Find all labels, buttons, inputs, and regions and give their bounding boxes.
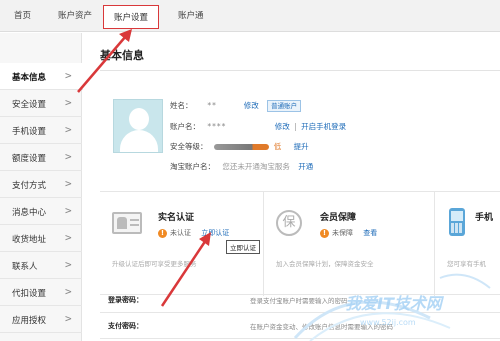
card-desc: 加入会员保障计划，保障资金安全 bbox=[276, 260, 374, 268]
payment-password-row: 支付密码： 在账户资金变动、修改账户信息时需要输入的密码 bbox=[100, 313, 500, 339]
tab-account-link[interactable]: 账户通 bbox=[178, 9, 204, 21]
card-member-protection: 保 会员保障 ! 未保障 查看 加入会员保障计划，保障资金安全 bbox=[264, 192, 434, 296]
warning-icon: ! bbox=[320, 229, 329, 238]
sidebar-item-mobile[interactable]: 手机设置 > bbox=[0, 117, 82, 144]
phone-icon bbox=[449, 208, 465, 236]
setting-desc: 登录支付宝账户时需要输入的密码 bbox=[250, 297, 348, 305]
account-type-badge: 普通账户 bbox=[267, 100, 302, 112]
chevron-right-icon: > bbox=[65, 204, 72, 217]
sidebar-item-label: 安全设置 bbox=[12, 100, 47, 110]
verify-now-link[interactable]: 立即认证 bbox=[201, 229, 229, 237]
security-level-value: 低 bbox=[273, 142, 282, 151]
status-text: 未认证 bbox=[170, 229, 191, 237]
card-title: 手机 bbox=[475, 213, 494, 223]
watermark-text: 我爱IT技术网 bbox=[345, 294, 442, 313]
name-label: 姓名： bbox=[170, 101, 193, 110]
security-level-bar bbox=[214, 144, 270, 150]
sidebar-item-label: 联系人 bbox=[12, 262, 38, 272]
enable-mobile-login-link[interactable]: 开启手机登录 bbox=[301, 122, 346, 131]
sidebar-item-label: 手机设置 bbox=[12, 127, 47, 137]
id-card-icon bbox=[112, 212, 142, 234]
card-real-name: 实名认证 ! 未认证 立即认证 升级认证后即可享受更多服务 立即认证 bbox=[100, 192, 263, 296]
sidebar-item-addresses[interactable]: 收货地址 > bbox=[0, 225, 82, 252]
tooltip: 立即认证 bbox=[226, 240, 260, 254]
chevron-right-icon: > bbox=[65, 285, 72, 298]
name-value: ** bbox=[207, 101, 217, 110]
sidebar-item-auto-deduct[interactable]: 代扣设置 > bbox=[0, 279, 82, 306]
sidebar-item-security[interactable]: 安全设置 > bbox=[0, 90, 82, 117]
chevron-right-icon: > bbox=[65, 231, 72, 244]
tab-account-assets[interactable]: 账户资产 bbox=[58, 9, 92, 21]
sidebar: 基本信息 > 安全设置 > 手机设置 > 额度设置 > 支付方式 > 消息中心 > 收货地址… bbox=[0, 33, 83, 341]
warning-icon: ! bbox=[158, 229, 167, 238]
taobao-label: 淘宝账户名： bbox=[170, 162, 215, 171]
card-title: 会员保障 bbox=[320, 213, 357, 223]
watermark-url: www.52ij.com bbox=[360, 318, 416, 327]
sidebar-item-limits[interactable]: 额度设置 > bbox=[0, 144, 82, 171]
avatar-body bbox=[120, 130, 158, 152]
setting-label: 登录密码： bbox=[108, 296, 143, 304]
chevron-right-icon: > bbox=[65, 258, 72, 271]
status-text: 未保障 bbox=[332, 229, 353, 237]
card-mobile: 手机 您可享有手机 bbox=[435, 192, 500, 296]
divider bbox=[100, 70, 500, 71]
chevron-right-icon: > bbox=[65, 150, 72, 163]
setting-label: 支付密码： bbox=[108, 322, 143, 330]
page-title: 基本信息 bbox=[100, 49, 144, 62]
card-desc: 您可享有手机 bbox=[447, 260, 486, 268]
account-label: 账户名： bbox=[170, 122, 200, 131]
card-desc: 升级认证后即可享受更多服务 bbox=[112, 260, 197, 268]
top-navigation: 首页 账户资产 账户设置 账户通 bbox=[0, 0, 500, 32]
feature-cards: 实名认证 ! 未认证 立即认证 升级认证后即可享受更多服务 立即认证 保 会员保障… bbox=[100, 191, 500, 296]
edit-name-link[interactable]: 修改 bbox=[244, 101, 259, 110]
sidebar-item-basic-info[interactable]: 基本信息 > bbox=[0, 63, 83, 90]
sidebar-item-label: 代扣设置 bbox=[12, 289, 47, 299]
separator: | bbox=[294, 122, 297, 131]
avatar[interactable] bbox=[113, 99, 163, 153]
chevron-right-icon: > bbox=[65, 312, 72, 325]
sidebar-item-label: 消息中心 bbox=[12, 208, 47, 218]
card-status: ! 未认证 立即认证 bbox=[158, 228, 229, 238]
chevron-right-icon: > bbox=[65, 96, 72, 109]
sidebar-item-app-auth[interactable]: 应用授权 > bbox=[0, 306, 82, 333]
tab-account-settings[interactable]: 账户设置 bbox=[103, 5, 160, 29]
security-label: 安全等级： bbox=[170, 142, 208, 151]
avatar-head bbox=[129, 108, 149, 130]
chevron-right-icon: > bbox=[65, 123, 72, 136]
upgrade-security-link[interactable]: 提升 bbox=[294, 142, 309, 151]
sidebar-item-label: 基本信息 bbox=[12, 73, 47, 83]
chevron-right-icon: > bbox=[65, 177, 72, 190]
name-row: 姓名： ** 修改 普通账户 bbox=[170, 100, 302, 112]
sidebar-item-messages[interactable]: 消息中心 > bbox=[0, 198, 82, 225]
sidebar-item-label: 额度设置 bbox=[12, 154, 47, 164]
security-row: 安全等级： 低 提升 bbox=[170, 141, 309, 152]
account-value: **** bbox=[207, 122, 227, 131]
card-title: 实名认证 bbox=[158, 213, 195, 223]
sidebar-item-label: 应用授权 bbox=[12, 316, 47, 326]
sidebar-item-label: 收货地址 bbox=[12, 235, 47, 245]
tab-home[interactable]: 首页 bbox=[14, 9, 31, 21]
taobao-value: 您还未开通淘宝服务 bbox=[222, 162, 290, 171]
taobao-row: 淘宝账户名： 您还未开通淘宝服务 开通 bbox=[170, 161, 313, 172]
protection-icon: 保 bbox=[276, 210, 302, 236]
sidebar-item-payment-methods[interactable]: 支付方式 > bbox=[0, 171, 82, 198]
view-link[interactable]: 查看 bbox=[363, 229, 377, 237]
account-row: 账户名： **** 修改 | 开启手机登录 bbox=[170, 121, 346, 132]
open-taobao-link[interactable]: 开通 bbox=[298, 162, 313, 171]
edit-account-link[interactable]: 修改 bbox=[275, 122, 290, 131]
chevron-right-icon: > bbox=[65, 69, 72, 82]
sidebar-item-label: 支付方式 bbox=[12, 181, 47, 191]
sidebar-item-contacts[interactable]: 联系人 > bbox=[0, 252, 82, 279]
card-status: ! 未保障 查看 bbox=[320, 228, 377, 238]
